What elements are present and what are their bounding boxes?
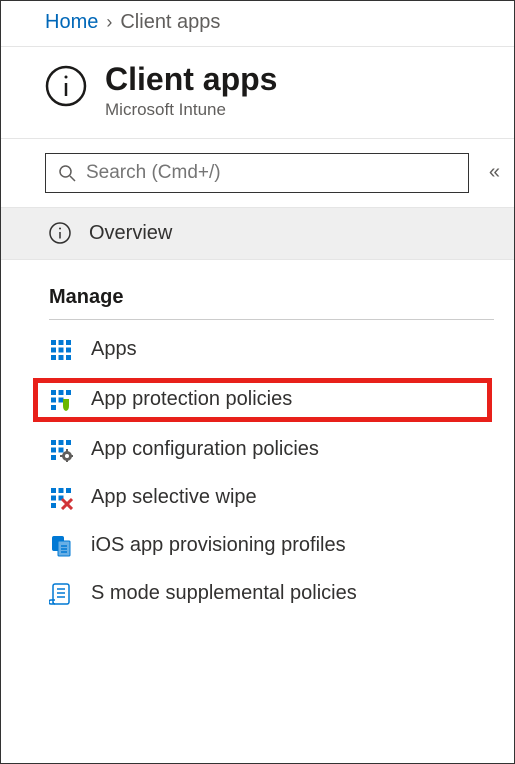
- nav-app-configuration-policies[interactable]: App configuration policies: [1, 426, 514, 474]
- nav-s-mode-policies[interactable]: S mode supplemental policies: [1, 570, 514, 618]
- info-icon: [49, 222, 71, 244]
- page-title: Client apps: [105, 61, 277, 98]
- nav-overview-label: Overview: [89, 222, 172, 245]
- nav-overview[interactable]: Overview: [1, 208, 514, 260]
- collapse-icon[interactable]: «: [489, 161, 494, 184]
- document-icon: [49, 534, 73, 558]
- grid-delete-icon: [49, 486, 73, 510]
- nav-app-selective-wipe-label: App selective wipe: [91, 486, 257, 509]
- nav-apps-label: Apps: [91, 338, 137, 361]
- nav-apps[interactable]: Apps: [1, 326, 514, 374]
- info-icon: [45, 65, 87, 107]
- nav-app-protection-policies[interactable]: App protection policies: [1, 376, 514, 424]
- search-icon: [58, 164, 76, 182]
- chevron-right-icon: ›: [106, 12, 112, 33]
- page-subtitle: Microsoft Intune: [105, 100, 277, 120]
- divider: [49, 319, 494, 320]
- nav-ios-provisioning-label: iOS app provisioning profiles: [91, 534, 346, 557]
- grid-gear-icon: [49, 438, 73, 462]
- nav-app-configuration-label: App configuration policies: [91, 438, 319, 461]
- grid-shield-icon: [49, 388, 73, 412]
- search-box[interactable]: [45, 153, 469, 193]
- nav-app-protection-label: App protection policies: [91, 388, 292, 411]
- grid-icon: [49, 338, 73, 362]
- scroll-icon: [49, 582, 73, 606]
- nav-ios-provisioning-profiles[interactable]: iOS app provisioning profiles: [1, 522, 514, 570]
- breadcrumb: Home › Client apps: [1, 1, 514, 47]
- nav-app-selective-wipe[interactable]: App selective wipe: [1, 474, 514, 522]
- breadcrumb-home[interactable]: Home: [45, 11, 98, 34]
- section-manage-title: Manage: [1, 260, 514, 319]
- search-input[interactable]: [86, 162, 456, 184]
- breadcrumb-current: Client apps: [120, 11, 220, 34]
- page-header: Client apps Microsoft Intune: [1, 47, 514, 139]
- nav-s-mode-label: S mode supplemental policies: [91, 582, 357, 605]
